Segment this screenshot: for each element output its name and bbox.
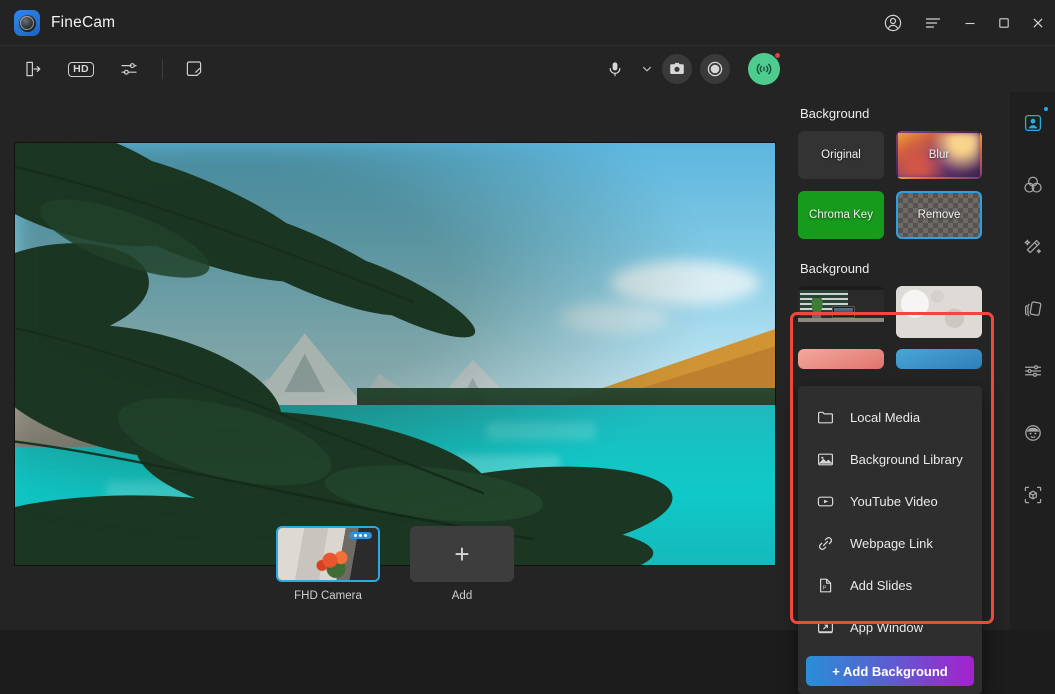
background-thumb-pink[interactable] [798,349,884,369]
camera-source-list: FHD Camera + Add [0,526,790,622]
add-background-menu: Local Media Background Library YouTube V… [798,386,982,694]
live-status-dot [774,52,781,59]
title-bar: FineCam [0,0,1055,46]
whiteboard-icon[interactable] [177,54,211,84]
rail-item-portrait[interactable] [1016,106,1050,140]
folder-icon [814,406,836,428]
add-camera-label: Add [451,590,473,602]
camera-options-badge[interactable] [349,532,372,539]
mode-blur-label: Blur [928,149,950,161]
add-background-button[interactable]: + Add Background [806,656,974,686]
add-camera-button[interactable]: + [410,526,514,582]
image-icon [814,448,836,470]
camera-source-label: FHD Camera [294,590,362,602]
rail-item-effects[interactable] [1016,230,1050,264]
snapshot-icon[interactable] [662,54,692,84]
youtube-icon [814,490,836,512]
mode-blur[interactable]: Blur [896,131,982,179]
background-thumb-wall[interactable] [896,286,982,338]
rail-item-layers[interactable] [1016,292,1050,326]
broadcast-icon[interactable] [748,52,781,85]
camera-thumbnail-fhd[interactable] [276,526,380,582]
mode-chroma-key[interactable]: Chroma Key [798,191,884,239]
background-thumbnail-row-2 [798,349,1010,369]
menu-item-webpage-link-label: Webpage Link [850,535,933,551]
menu-item-background-library-label: Background Library [850,451,963,467]
panel-title-background-library: Background [800,261,870,276]
main-toolbar: HD [0,46,1055,92]
app-title: FineCam [51,14,116,31]
svg-text:P: P [822,585,826,591]
mode-remove[interactable]: Remove [896,191,982,239]
app-window-icon [814,616,836,638]
maximize-icon[interactable] [987,0,1021,46]
link-icon [814,532,836,554]
rail-item-adjust[interactable] [1016,354,1050,388]
toolbar-divider [162,59,163,79]
menu-item-webpage-link[interactable]: Webpage Link [798,522,982,564]
rail-item-filters[interactable] [1016,168,1050,202]
microphone-icon[interactable] [600,54,630,84]
slides-icon: P [814,574,836,596]
menu-item-youtube-video-label: YouTube Video [850,493,938,509]
mode-remove-label: Remove [917,209,961,221]
menu-item-local-media[interactable]: Local Media [798,396,982,438]
menu-item-local-media-label: Local Media [850,409,921,425]
adjust-icon[interactable] [112,54,146,84]
right-tool-rail [1010,92,1055,630]
record-icon[interactable] [700,54,730,84]
menu-icon[interactable] [913,0,953,46]
background-panel: Background Original Blur Chroma Key Remo… [790,92,1010,694]
background-thumbnail-row-1 [798,286,1010,338]
menu-item-background-library[interactable]: Background Library [798,438,982,480]
mode-original-label: Original [821,149,861,161]
preview-scene [15,143,775,565]
menu-item-app-window-label: App Window [850,619,923,635]
capture-controls [600,46,781,92]
menu-item-app-window[interactable]: App Window [798,606,982,648]
add-camera-item[interactable]: + Add [404,526,520,602]
app-logo-icon [14,10,40,36]
menu-item-youtube-video[interactable]: YouTube Video [798,480,982,522]
background-thumb-blue[interactable] [896,349,982,369]
rail-item-ar[interactable] [1016,478,1050,512]
hd-badge[interactable]: HD [64,54,98,84]
close-icon[interactable] [1021,0,1055,46]
account-icon[interactable] [873,0,913,46]
preview-stage: FHD Camera + Add [0,92,790,630]
camera-preview[interactable] [14,142,776,566]
mode-chroma-key-label: Chroma Key [809,209,873,221]
rail-item-avatar[interactable] [1016,416,1050,450]
menu-item-add-slides[interactable]: P Add Slides [798,564,982,606]
menu-item-add-slides-label: Add Slides [850,577,913,593]
app-body: FHD Camera + Add Background Original Blu… [0,92,1055,694]
output-icon[interactable] [16,54,50,84]
mode-original[interactable]: Original [798,131,884,179]
chevron-down-icon[interactable] [638,54,656,84]
finecam-window: FineCam HD FHD Camera + Add Background O… [0,0,1055,694]
minimize-icon[interactable] [953,0,987,46]
background-thumb-office[interactable] [798,286,884,338]
panel-title-background-modes: Background [800,106,870,121]
camera-source-item[interactable]: FHD Camera [270,526,386,602]
